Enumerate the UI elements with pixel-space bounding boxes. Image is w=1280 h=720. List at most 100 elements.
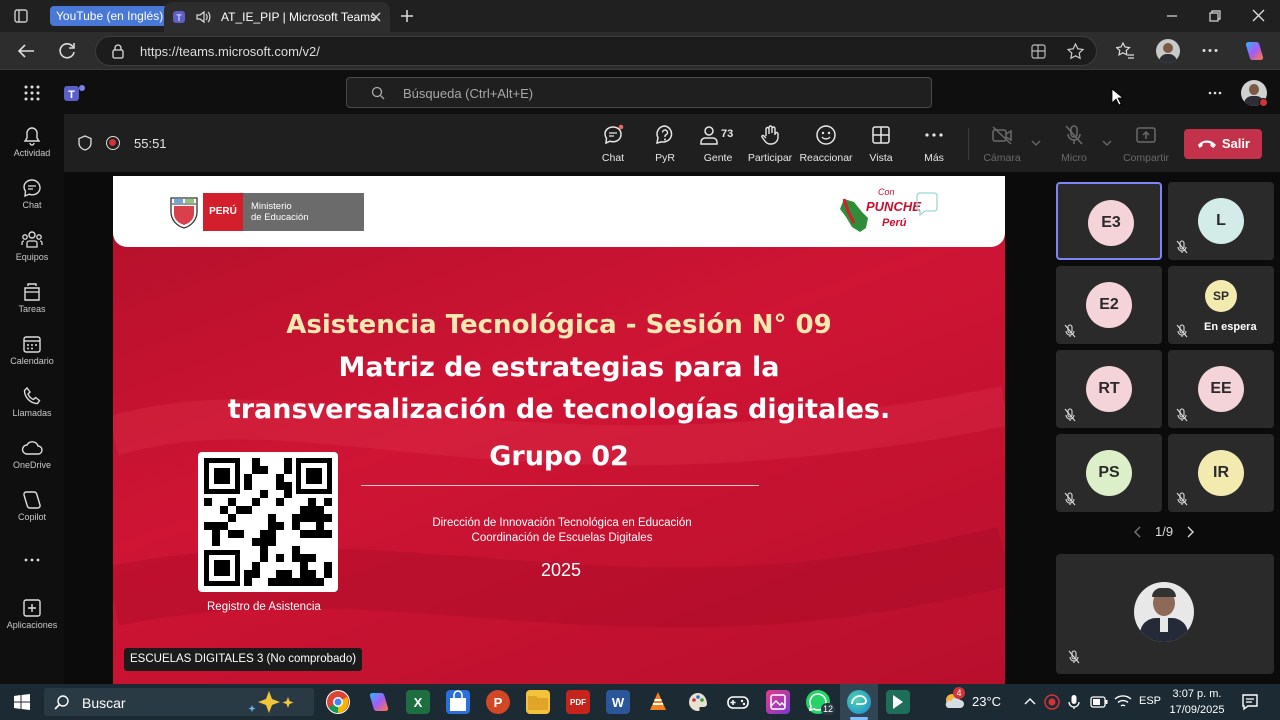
- taskbar-search-box[interactable]: Buscar: [44, 688, 314, 716]
- refresh-icon[interactable]: [59, 42, 77, 60]
- word-app-icon[interactable]: W: [606, 690, 630, 714]
- browser-more-icon[interactable]: [1202, 48, 1218, 53]
- participant-tile[interactable]: IR: [1168, 434, 1274, 512]
- participant-tile[interactable]: E3: [1056, 182, 1162, 260]
- app-available-icon[interactable]: [1031, 44, 1046, 59]
- presenter-name-label: ESCUELAS DIGITALES 3 (No comprobado): [124, 648, 363, 671]
- more-apps-icon[interactable]: [24, 558, 40, 562]
- rail-item-tasks[interactable]: Tareas: [0, 274, 64, 324]
- previous-page-icon[interactable]: [1134, 526, 1142, 538]
- camera-options-chevron-icon[interactable]: [1031, 140, 1041, 146]
- tab-actions-icon[interactable]: [14, 9, 28, 23]
- vlc-app-icon[interactable]: [646, 690, 670, 714]
- copilot-app-icon[interactable]: [366, 690, 390, 714]
- photo-app-icon[interactable]: [766, 690, 790, 714]
- close-window-icon[interactable]: [1252, 9, 1265, 22]
- excel-app-icon[interactable]: X: [406, 690, 430, 714]
- paint-app-icon[interactable]: [686, 690, 710, 714]
- back-icon[interactable]: [17, 43, 35, 59]
- file-explorer-app-icon[interactable]: [526, 690, 550, 714]
- brand-line-1: Con: [878, 187, 895, 197]
- edge-active-slot[interactable]: [840, 684, 878, 720]
- mic-options-chevron-icon[interactable]: [1102, 140, 1112, 146]
- toolbar-raise-hand-button[interactable]: Participar: [742, 124, 798, 168]
- tab-group-label[interactable]: YouTube (en Inglés): [50, 6, 170, 26]
- toolbar-people-button[interactable]: 73 Gente: [690, 124, 746, 168]
- whatsapp-app-icon[interactable]: 12: [806, 690, 836, 715]
- close-tab-icon[interactable]: [370, 11, 382, 23]
- call-toolbar: 55:51 Chat PyR 73 Gente Participar Reacc…: [64, 114, 1280, 172]
- participant-status: En espera: [1204, 321, 1257, 333]
- toolbar-react-button[interactable]: Reaccionar: [798, 124, 854, 168]
- toolbar-more-button[interactable]: Más: [906, 124, 962, 168]
- restore-icon[interactable]: [1209, 10, 1221, 22]
- rail-item-calls[interactable]: Llamadas: [0, 378, 64, 428]
- rail-item-onedrive[interactable]: OneDrive: [0, 430, 64, 480]
- windows-start-icon[interactable]: [14, 694, 30, 710]
- mic-muted-icon: [1064, 324, 1076, 338]
- participant-tile[interactable]: L: [1168, 182, 1274, 260]
- store-app-icon[interactable]: [446, 690, 470, 714]
- wifi-icon[interactable]: [1114, 694, 1132, 709]
- chrome-app-icon[interactable]: [326, 690, 350, 714]
- rail-item-teams[interactable]: Equipos: [0, 222, 64, 272]
- attendance-qr-code[interactable]: [198, 452, 338, 592]
- toolbar-view-button[interactable]: Vista: [853, 124, 909, 168]
- participant-tile[interactable]: SP En espera: [1168, 266, 1274, 344]
- copilot-browser-icon[interactable]: [1243, 40, 1265, 62]
- participant-tile[interactable]: EE: [1168, 350, 1274, 428]
- self-view-tile[interactable]: [1056, 554, 1274, 674]
- shared-presentation: PERÚ Ministerio de Educación Con PUNCHE …: [113, 176, 1005, 684]
- toolbar-share-button[interactable]: Compartir: [1118, 124, 1174, 168]
- teams-more-icon[interactable]: [1208, 91, 1222, 95]
- hang-up-icon: [1198, 140, 1216, 148]
- favorites-icon[interactable]: [1116, 42, 1134, 60]
- rail-item-activity[interactable]: Actividad: [0, 118, 64, 168]
- favorite-star-icon[interactable]: [1067, 43, 1084, 60]
- lock-icon[interactable]: [112, 44, 124, 59]
- app-launcher-icon[interactable]: [23, 84, 41, 102]
- toolbar-qna-button[interactable]: PyR: [637, 124, 693, 168]
- store-bag-icon: [450, 690, 466, 711]
- dev-app-icon[interactable]: [886, 690, 910, 714]
- snipping-app-icon[interactable]: [726, 690, 750, 714]
- rail-item-apps[interactable]: Aplicaciones: [0, 590, 64, 640]
- taskbar-clock[interactable]: 3:07 p. m. 17/09/2025: [1166, 686, 1228, 718]
- participant-tile[interactable]: RT: [1056, 350, 1162, 428]
- notification-center-icon[interactable]: [1241, 693, 1259, 711]
- rail-item-chat[interactable]: Chat: [0, 170, 64, 220]
- toolbar-chat-button[interactable]: Chat: [585, 124, 641, 168]
- tray-overflow-chevron-icon[interactable]: [1024, 697, 1036, 705]
- leave-button[interactable]: Salir: [1184, 129, 1262, 159]
- brand-line-3: Perú: [882, 217, 907, 229]
- next-page-icon[interactable]: [1186, 526, 1194, 538]
- record-tray-icon[interactable]: [1044, 694, 1060, 710]
- minimize-icon[interactable]: [1166, 10, 1178, 22]
- url-field[interactable]: https://teams.microsoft.com/v2/: [95, 36, 1097, 66]
- rail-item-copilot[interactable]: Copilot: [0, 482, 64, 532]
- toolbar-mic-button[interactable]: Micro: [1046, 124, 1102, 168]
- profile-avatar[interactable]: [1156, 39, 1180, 63]
- participant-tile[interactable]: E2: [1056, 266, 1162, 344]
- battery-icon[interactable]: [1090, 696, 1108, 708]
- shield-icon[interactable]: [78, 135, 92, 151]
- windows-taskbar: Buscar X P PDF W 12 4 23°C ESP 3:07 p. m…: [0, 684, 1280, 720]
- toolbar-label: Participar: [747, 152, 793, 164]
- chrome-icon: [327, 691, 349, 713]
- rail-item-calendar[interactable]: Calendario: [0, 326, 64, 376]
- language-indicator[interactable]: ESP: [1139, 695, 1161, 707]
- edge-icon: [851, 695, 867, 705]
- speaker-icon[interactable]: [196, 10, 212, 24]
- pdf-app-icon[interactable]: PDF: [566, 690, 590, 714]
- active-browser-tab[interactable]: T AT_IE_PIP | Microsoft Teams: [164, 2, 390, 32]
- participant-tile[interactable]: PS: [1056, 434, 1162, 512]
- powerpoint-app-icon[interactable]: P: [486, 690, 510, 714]
- toolbar-camera-button[interactable]: Cámara: [974, 124, 1030, 168]
- new-tab-icon[interactable]: [399, 8, 415, 24]
- teams-search-input[interactable]: Búsqueda (Ctrl+Alt+E): [346, 77, 932, 108]
- slide-divider: [361, 485, 759, 486]
- mouse-cursor-icon: [1111, 88, 1123, 106]
- qr-caption: Registro de Asistencia: [207, 601, 321, 613]
- folder-icon: [528, 696, 548, 710]
- microphone-tray-icon[interactable]: [1068, 694, 1080, 710]
